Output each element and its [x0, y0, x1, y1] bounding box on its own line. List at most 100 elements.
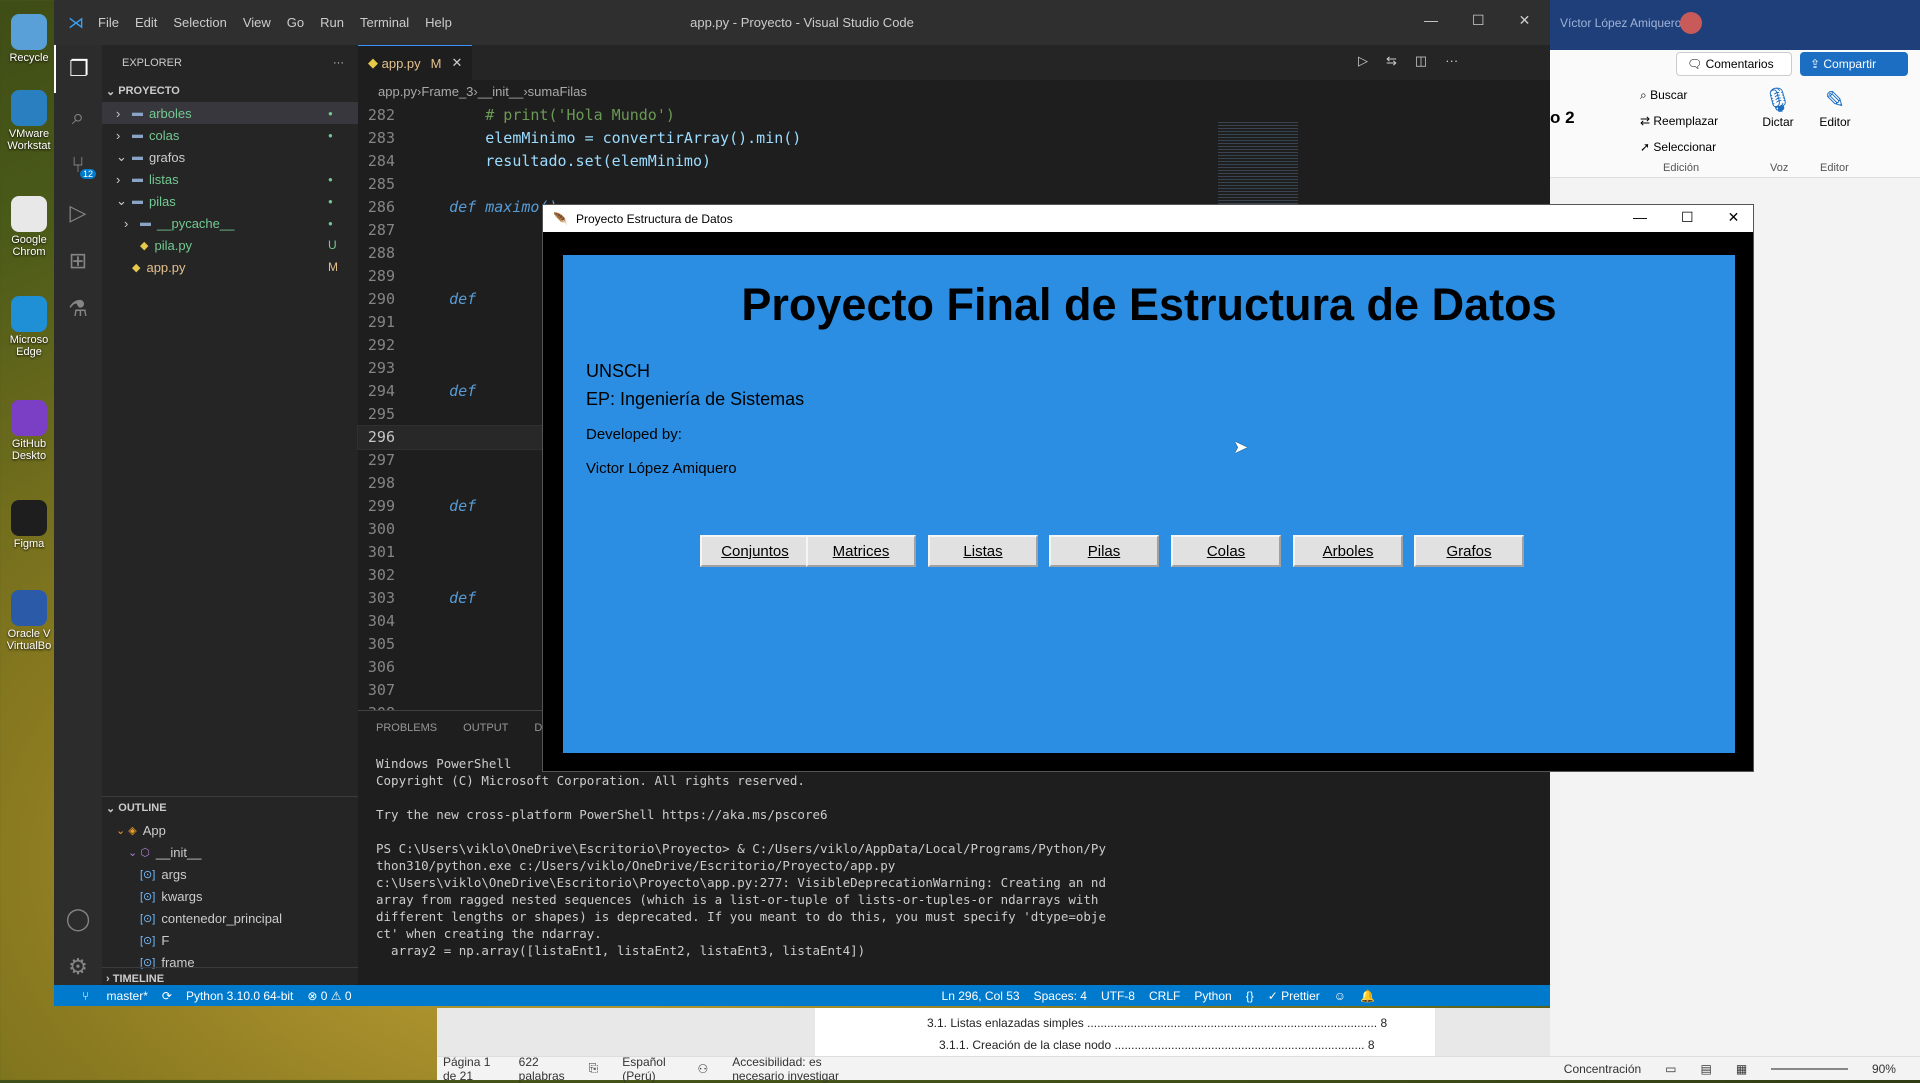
- print-layout-icon[interactable]: ▤: [1701, 1062, 1712, 1076]
- outline-item[interactable]: ⌄ ◈ App: [102, 819, 358, 841]
- settings-gear-icon[interactable]: ⚙: [54, 943, 102, 991]
- file-item[interactable]: ◆ pila.py U: [102, 234, 358, 256]
- module-button-conjuntos[interactable]: Conjuntos: [700, 535, 810, 567]
- close-icon[interactable]: ✕: [1728, 209, 1740, 226]
- folder-item[interactable]: ⌄ ▬ pilas ●: [102, 190, 358, 212]
- breadcrumb-item[interactable]: __init__: [478, 84, 524, 99]
- code-line[interactable]: 282 # print('Hola Mundo'): [358, 104, 1550, 127]
- module-button-colas[interactable]: Colas: [1171, 535, 1281, 567]
- terminal-output[interactable]: Windows PowerShell Copyright (C) Microso…: [358, 745, 1550, 959]
- desktop-icon[interactable]: Oracle V VirtualBo: [4, 590, 54, 652]
- minimize-icon[interactable]: —: [1424, 12, 1438, 29]
- menu-item[interactable]: Edit: [135, 15, 157, 30]
- web-layout-icon[interactable]: ▦: [1736, 1062, 1747, 1076]
- folder-item[interactable]: › ▬ colas ●: [102, 124, 358, 146]
- panel-tab[interactable]: OUTPUT: [463, 722, 508, 734]
- file-item[interactable]: ◆ app.py M: [102, 256, 358, 278]
- search-icon[interactable]: ⌕: [54, 93, 102, 141]
- menu-item[interactable]: File: [98, 15, 119, 30]
- folder-item[interactable]: ⌄ ▬ grafos: [102, 146, 358, 168]
- cursor-position[interactable]: Ln 296, Col 53: [942, 989, 1020, 1003]
- encoding[interactable]: UTF-8: [1101, 989, 1135, 1003]
- source-control-icon[interactable]: ⑂ 12: [54, 141, 102, 189]
- extensions-icon[interactable]: ⊞: [54, 237, 102, 285]
- project-header[interactable]: ⌄ PROYECTO: [102, 80, 358, 102]
- more-actions-icon[interactable]: ···: [1445, 53, 1458, 69]
- account-icon[interactable]: ◯: [54, 895, 102, 943]
- language[interactable]: Español (Perú): [622, 1055, 673, 1083]
- toc-entry[interactable]: 3.1.1. Creación de la clase nodo .......…: [939, 1038, 1375, 1052]
- editor-button[interactable]: ✎ Editor: [1812, 86, 1858, 129]
- folder-item[interactable]: › ▬ __pycache__ ●: [102, 212, 358, 234]
- breadcrumb-item[interactable]: sumaFilas: [528, 84, 587, 99]
- sync-icon[interactable]: ⟳: [162, 989, 172, 1003]
- accessibility-status[interactable]: Accesibilidad: es necesario investigar: [732, 1055, 860, 1083]
- folder-item[interactable]: › ▬ listas ●: [102, 168, 358, 190]
- focus-mode[interactable]: Concentración: [1564, 1062, 1641, 1076]
- folder-item[interactable]: › ▬ arboles ●: [102, 102, 358, 124]
- outline-item[interactable]: [⊙] F: [102, 929, 358, 951]
- replace-button[interactable]: ⇄ Reemplazar: [1640, 114, 1718, 128]
- zoom-slider[interactable]: [1771, 1067, 1848, 1070]
- maximize-icon[interactable]: ☐: [1472, 12, 1485, 29]
- breadcrumb-item[interactable]: Frame_3: [421, 84, 473, 99]
- breadcrumb-item[interactable]: app.py: [378, 84, 417, 99]
- menu-item[interactable]: Help: [425, 15, 452, 30]
- module-button-grafos[interactable]: Grafos: [1414, 535, 1524, 567]
- language-mode[interactable]: Python: [1194, 989, 1231, 1003]
- share-button[interactable]: ⇪ Compartir: [1800, 52, 1908, 76]
- select-button[interactable]: ➚ Seleccionar: [1640, 140, 1716, 154]
- outline-item[interactable]: [⊙] kwargs: [102, 885, 358, 907]
- menu-item[interactable]: Selection: [173, 15, 226, 30]
- desktop-icon[interactable]: Figma: [4, 500, 54, 550]
- proofing-icon[interactable]: ⎘: [589, 1061, 599, 1076]
- split-editor-icon[interactable]: ◫: [1415, 53, 1427, 69]
- desktop-icon[interactable]: Microso Edge: [4, 296, 54, 358]
- code-line[interactable]: 284 resultado.set(elemMinimo): [358, 150, 1550, 173]
- code-line[interactable]: 285: [358, 173, 1550, 196]
- run-debug-icon[interactable]: ▷: [54, 189, 102, 237]
- branch-status[interactable]: ⑂ master*: [68, 989, 148, 1003]
- braces-icon[interactable]: {}: [1246, 989, 1254, 1003]
- minimize-icon[interactable]: —: [1633, 209, 1647, 226]
- outline-header[interactable]: ⌄ OUTLINE: [102, 797, 358, 819]
- module-button-listas[interactable]: Listas: [928, 535, 1038, 567]
- menu-item[interactable]: Go: [287, 15, 304, 30]
- python-interpreter[interactable]: Python 3.10.0 64-bit: [186, 989, 293, 1003]
- line-ending[interactable]: CRLF: [1149, 989, 1180, 1003]
- compare-icon[interactable]: ⇆: [1386, 53, 1397, 69]
- find-button[interactable]: ⌕ Buscar: [1640, 88, 1687, 103]
- toc-entry[interactable]: 3.1. Listas enlazadas simples ..........…: [927, 1016, 1387, 1030]
- notifications-icon[interactable]: 🔔: [1360, 989, 1375, 1003]
- zoom-level[interactable]: 90%: [1872, 1062, 1896, 1076]
- code-line[interactable]: 283 elemMinimo = convertirArray().min(): [358, 127, 1550, 150]
- style-gallery-item[interactable]: o 2: [1550, 108, 1575, 128]
- outline-item[interactable]: [⊙] contenedor_principal: [102, 907, 358, 929]
- close-icon[interactable]: ✕: [1519, 12, 1531, 29]
- run-icon[interactable]: ▷: [1358, 53, 1368, 69]
- close-tab-icon[interactable]: ✕: [452, 55, 463, 71]
- outline-item[interactable]: [⊙] args: [102, 863, 358, 885]
- problems-count[interactable]: ⊗ 0 ⚠ 0: [307, 989, 351, 1003]
- avatar[interactable]: [1680, 12, 1702, 34]
- explorer-icon[interactable]: ❐: [54, 45, 102, 93]
- menu-item[interactable]: View: [243, 15, 271, 30]
- indentation[interactable]: Spaces: 4: [1034, 989, 1087, 1003]
- desktop-icon[interactable]: GitHub Deskto: [4, 400, 54, 462]
- more-actions-icon[interactable]: ···: [333, 57, 344, 69]
- page-count[interactable]: Página 1 de 21: [443, 1055, 495, 1083]
- module-button-pilas[interactable]: Pilas: [1049, 535, 1159, 567]
- dictate-button[interactable]: 🎙 Dictar: [1758, 86, 1798, 129]
- prettier-status[interactable]: ✓ Prettier: [1268, 989, 1320, 1003]
- read-mode-icon[interactable]: ▭: [1665, 1062, 1676, 1076]
- panel-tab[interactable]: PROBLEMS: [376, 722, 437, 734]
- outline-item[interactable]: ⌄ ⬡ __init__: [102, 841, 358, 863]
- menu-item[interactable]: Terminal: [360, 15, 409, 30]
- word-count[interactable]: 622 palabras: [519, 1055, 565, 1083]
- desktop-icon[interactable]: Google Chrom: [4, 196, 54, 258]
- desktop-icon[interactable]: Recycle: [4, 14, 54, 64]
- module-button-matrices[interactable]: Matrices: [806, 535, 916, 567]
- feedback-icon[interactable]: ☺: [1334, 989, 1346, 1003]
- maximize-icon[interactable]: ☐: [1681, 209, 1694, 226]
- desktop-icon[interactable]: VMware Workstat: [4, 90, 54, 152]
